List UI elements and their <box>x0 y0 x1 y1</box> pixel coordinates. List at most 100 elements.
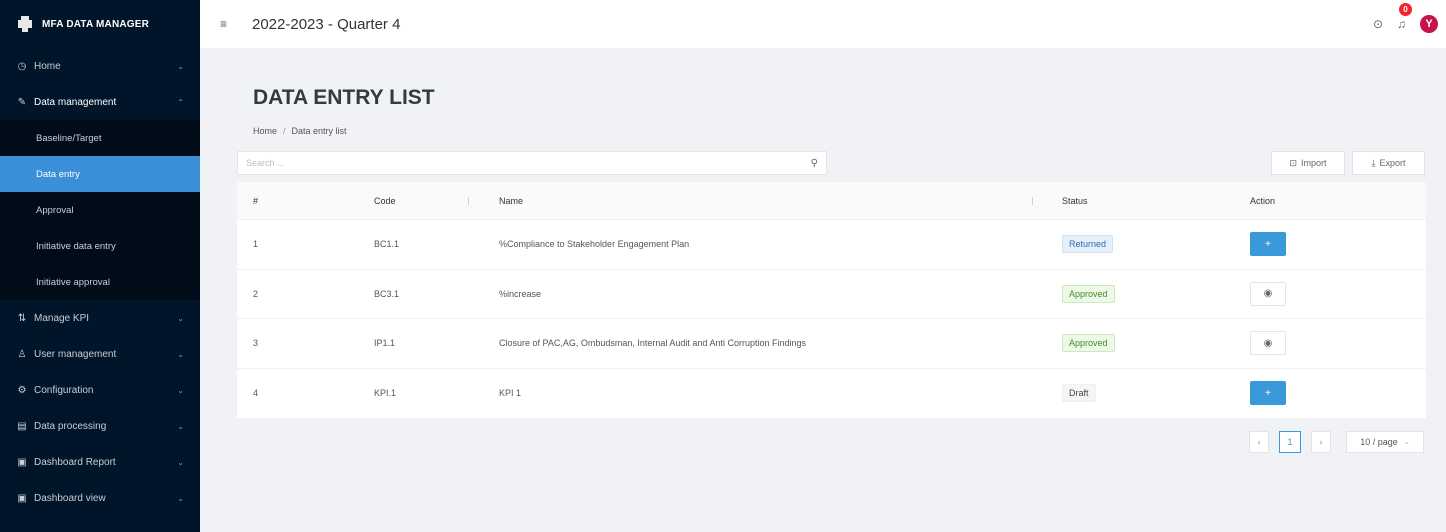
export-icon: ⤓ <box>1371 157 1376 168</box>
sidebar-item-dashboard-view[interactable]: ▣ Dashboard view ⌄ <box>0 480 200 516</box>
top-header: ≡ 2022-2023 - Quarter 4 ⊙ ♫ 0 Y <box>200 0 1446 48</box>
column-header-name[interactable]: Name <box>499 196 523 206</box>
table-row[interactable]: 3 IP1.1 Closure of PAC,AG, Ombudsman, In… <box>237 319 1426 369</box>
status-badge: Draft <box>1062 384 1096 403</box>
eye-icon: ◉ <box>1263 337 1273 349</box>
page-title: DATA ENTRY LIST <box>253 86 435 109</box>
database-icon: ▤ <box>17 420 27 432</box>
menu-toggle-icon[interactable]: ≡ <box>220 17 236 31</box>
coat-of-arms-icon <box>18 16 32 32</box>
view-entry-button[interactable]: ◉ <box>1250 281 1286 306</box>
row-index: 4 <box>253 388 259 399</box>
sidebar-item-label: Dashboard Report <box>34 456 116 468</box>
row-action: + <box>1250 381 1286 406</box>
user-icon: ♙ <box>17 348 27 360</box>
table-row[interactable]: 2 BC3.1 %increase Approved ◉ <box>237 270 1426 319</box>
row-code: KPI.1 <box>374 388 397 399</box>
sidebar-item-user-management[interactable]: ♙ User management ⌄ <box>0 336 200 372</box>
period-title: 2022-2023 - Quarter 4 <box>252 15 401 33</box>
row-code: BC3.1 <box>374 288 400 299</box>
submenu-data-management: Baseline/Target Data entry Approval Init… <box>0 120 200 300</box>
table-row[interactable]: 1 BC1.1 %Compliance to Stakeholder Engag… <box>237 220 1426 270</box>
sidebar-item-initiative-approval[interactable]: Initiative approval <box>0 264 200 300</box>
sidebar-item-dashboard-report[interactable]: ▣ Dashboard Report ⌄ <box>0 444 200 480</box>
notification-badge: 0 <box>1399 3 1412 16</box>
help-icon[interactable]: ⊙ <box>1373 17 1383 31</box>
column-resize-handle[interactable] <box>468 197 469 205</box>
chevron-left-icon: ‹ <box>1257 437 1261 447</box>
export-button[interactable]: ⤓ Export <box>1352 151 1425 175</box>
row-action: + <box>1250 232 1286 257</box>
chevron-down-icon: ⌄ <box>177 457 184 467</box>
sidebar: MFA DATA MANAGER ◷ Home ⌄ ✎ Data managem… <box>0 0 200 532</box>
status-tag-approved: Approved <box>1062 284 1115 303</box>
row-name: KPI 1 <box>499 388 522 399</box>
status-badge: Returned <box>1062 235 1114 254</box>
page-size-select[interactable]: 10 / page ⌄ <box>1346 431 1424 453</box>
sidebar-item-label: User management <box>34 348 117 360</box>
plus-icon: + <box>1265 387 1271 399</box>
chevron-down-icon: ⌄ <box>177 313 184 323</box>
sidebar-item-configuration[interactable]: ⚙ Configuration ⌄ <box>0 372 200 408</box>
row-action: ◉ <box>1250 281 1286 306</box>
view-entry-button[interactable]: ◉ <box>1250 331 1286 356</box>
page-size-value: 10 / page <box>1360 437 1398 447</box>
sidebar-item-approval[interactable]: Approval <box>0 192 200 228</box>
column-resize-handle[interactable] <box>1032 197 1033 205</box>
add-entry-button[interactable]: + <box>1250 381 1286 406</box>
chevron-down-icon: ⌄ <box>177 61 184 71</box>
chevron-down-icon: ⌄ <box>177 421 184 431</box>
status-tag-returned: Returned <box>1062 235 1114 254</box>
sidebar-item-manage-kpi[interactable]: ⇅ Manage KPI ⌄ <box>0 300 200 336</box>
table-row[interactable]: 4 KPI.1 KPI 1 Draft + <box>237 369 1426 419</box>
pagination-next-button[interactable]: › <box>1311 431 1331 453</box>
sidebar-item-initiative-data-entry[interactable]: Initiative data entry <box>0 228 200 264</box>
chevron-down-icon: ⌄ <box>1403 439 1410 446</box>
breadcrumb-home[interactable]: Home <box>253 126 277 136</box>
add-entry-button[interactable]: + <box>1250 232 1286 257</box>
avatar[interactable]: Y <box>1420 15 1438 33</box>
plus-icon: + <box>1265 238 1271 250</box>
chevron-right-icon: › <box>1319 437 1323 447</box>
sidebar-item-data-entry[interactable]: Data entry <box>0 156 200 192</box>
search-input[interactable] <box>246 158 811 168</box>
chevron-down-icon: ⌄ <box>177 385 184 395</box>
breadcrumb-separator: / <box>283 126 286 136</box>
row-index: 1 <box>253 239 259 250</box>
sidebar-item-baseline-target[interactable]: Baseline/Target <box>0 120 200 156</box>
bell-icon[interactable]: ♫ 0 <box>1397 3 1412 31</box>
status-badge: Approved <box>1062 284 1115 303</box>
column-header-status: Status <box>1062 195 1088 206</box>
breadcrumb: Home / Data entry list <box>253 126 347 136</box>
row-action: ◉ <box>1250 331 1286 356</box>
pagination-prev-button[interactable]: ‹ <box>1249 431 1269 453</box>
sidebar-item-label: Data management <box>34 96 117 108</box>
status-tag-approved: Approved <box>1062 334 1115 353</box>
app-title: MFA DATA MANAGER <box>42 18 150 30</box>
header-actions: ⊙ ♫ 0 Y <box>1373 0 1438 48</box>
sidebar-item-home[interactable]: ◷ Home ⌄ <box>0 48 200 84</box>
export-label: Export <box>1379 158 1406 168</box>
sidebar-item-label: Manage KPI <box>34 312 90 324</box>
import-label: Import <box>1301 158 1327 168</box>
column-header-index: # <box>253 195 259 206</box>
row-index: 3 <box>253 338 259 349</box>
column-header-code[interactable]: Code <box>374 196 396 206</box>
app-logo[interactable]: MFA DATA MANAGER <box>0 0 200 48</box>
sidebar-item-label: Home <box>34 60 61 72</box>
table-header: # Code Name Status Action <box>237 182 1426 220</box>
dashboard-icon: ▣ <box>17 492 27 504</box>
row-code: BC1.1 <box>374 239 400 250</box>
breadcrumb-current: Data entry list <box>291 126 347 136</box>
search-icon[interactable]: ⚲ <box>811 158 818 169</box>
sidebar-item-label: Configuration <box>34 384 94 396</box>
import-button[interactable]: ⊡ Import <box>1271 151 1345 175</box>
sidebar-item-data-processing[interactable]: ▤ Data processing ⌄ <box>0 408 200 444</box>
pagination-page-button[interactable]: 1 <box>1279 431 1301 453</box>
row-code: IP1.1 <box>374 338 396 349</box>
status-tag-draft: Draft <box>1062 384 1096 403</box>
chevron-down-icon: ⌄ <box>177 493 184 503</box>
search-box: ⚲ <box>237 151 827 175</box>
chevron-up-icon: ⌃ <box>177 97 184 107</box>
sidebar-item-data-management[interactable]: ✎ Data management ⌃ <box>0 84 200 120</box>
